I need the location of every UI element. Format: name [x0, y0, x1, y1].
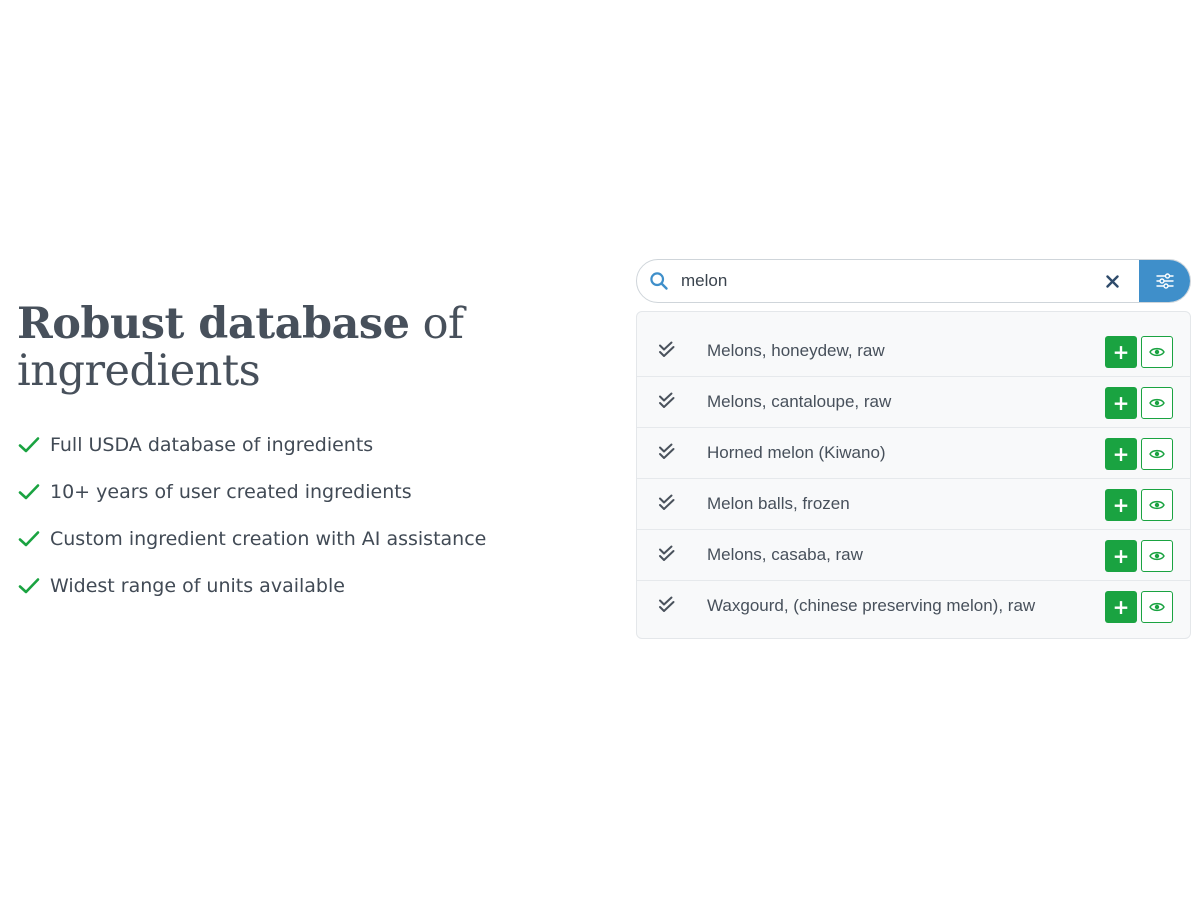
add-ingredient-button[interactable]: +	[1105, 489, 1137, 521]
result-label: Melons, casaba, raw	[707, 545, 863, 564]
result-label: Waxgourd, (chinese preserving melon), ra…	[707, 596, 1036, 615]
view-ingredient-button[interactable]	[1141, 540, 1173, 572]
double-check-icon	[659, 545, 675, 561]
page-title: Robust database of ingredients	[17, 301, 577, 395]
clear-search-button[interactable]	[1097, 266, 1127, 296]
search-icon	[650, 272, 668, 290]
view-ingredient-button[interactable]	[1141, 591, 1173, 623]
feature-item: Full USDA database of ingredients	[17, 428, 486, 462]
result-label: Melon balls, frozen	[707, 494, 850, 513]
result-label: Melons, honeydew, raw	[707, 341, 885, 360]
result-row[interactable]: Horned melon (Kiwano) +	[637, 428, 1190, 479]
check-icon	[18, 578, 40, 594]
double-check-icon	[659, 341, 675, 357]
feature-list: Full USDA database of ingredients 10+ ye…	[17, 428, 486, 616]
add-ingredient-button[interactable]: +	[1105, 387, 1137, 419]
add-ingredient-button[interactable]: +	[1105, 591, 1137, 623]
result-row[interactable]: Melons, cantaloupe, raw +	[637, 377, 1190, 428]
sliders-icon	[1156, 273, 1174, 289]
eye-icon	[1149, 500, 1165, 510]
feature-item: 10+ years of user created ingredients	[17, 475, 486, 509]
filter-button[interactable]	[1139, 260, 1190, 302]
eye-icon	[1149, 398, 1165, 408]
result-label: Horned melon (Kiwano)	[707, 443, 886, 462]
result-row[interactable]: Melons, casaba, raw +	[637, 530, 1190, 581]
check-icon	[18, 437, 40, 453]
view-ingredient-button[interactable]	[1141, 387, 1173, 419]
feature-text: 10+ years of user created ingredients	[50, 481, 412, 503]
view-ingredient-button[interactable]	[1141, 489, 1173, 521]
feature-text: Custom ingredient creation with AI assis…	[50, 528, 487, 550]
result-row[interactable]: Waxgourd, (chinese preserving melon), ra…	[637, 581, 1190, 632]
ingredient-search-bar	[636, 259, 1191, 303]
view-ingredient-button[interactable]	[1141, 438, 1173, 470]
add-ingredient-button[interactable]: +	[1105, 540, 1137, 572]
result-row[interactable]: Melon balls, frozen +	[637, 479, 1190, 530]
eye-icon	[1149, 602, 1165, 612]
feature-item: Custom ingredient creation with AI assis…	[17, 522, 486, 556]
double-check-icon	[659, 443, 675, 459]
eye-icon	[1149, 551, 1165, 561]
feature-item: Widest range of units available	[17, 569, 486, 603]
check-icon	[18, 484, 40, 500]
search-results-list: Melons, honeydew, raw + Melons, cantalou…	[636, 311, 1191, 639]
result-label: Melons, cantaloupe, raw	[707, 392, 892, 411]
add-ingredient-button[interactable]: +	[1105, 336, 1137, 368]
check-icon	[18, 531, 40, 547]
search-input[interactable]	[681, 261, 1097, 301]
feature-text: Widest range of units available	[50, 575, 345, 597]
double-check-icon	[659, 494, 675, 510]
double-check-icon	[659, 392, 675, 408]
eye-icon	[1149, 347, 1165, 357]
add-ingredient-button[interactable]: +	[1105, 438, 1137, 470]
close-icon	[1105, 274, 1119, 288]
double-check-icon	[659, 596, 675, 612]
feature-text: Full USDA database of ingredients	[50, 434, 374, 456]
result-row[interactable]: Melons, honeydew, raw +	[637, 326, 1190, 377]
view-ingredient-button[interactable]	[1141, 336, 1173, 368]
eye-icon	[1149, 449, 1165, 459]
page-title-emphasis: Robust database	[17, 299, 410, 349]
